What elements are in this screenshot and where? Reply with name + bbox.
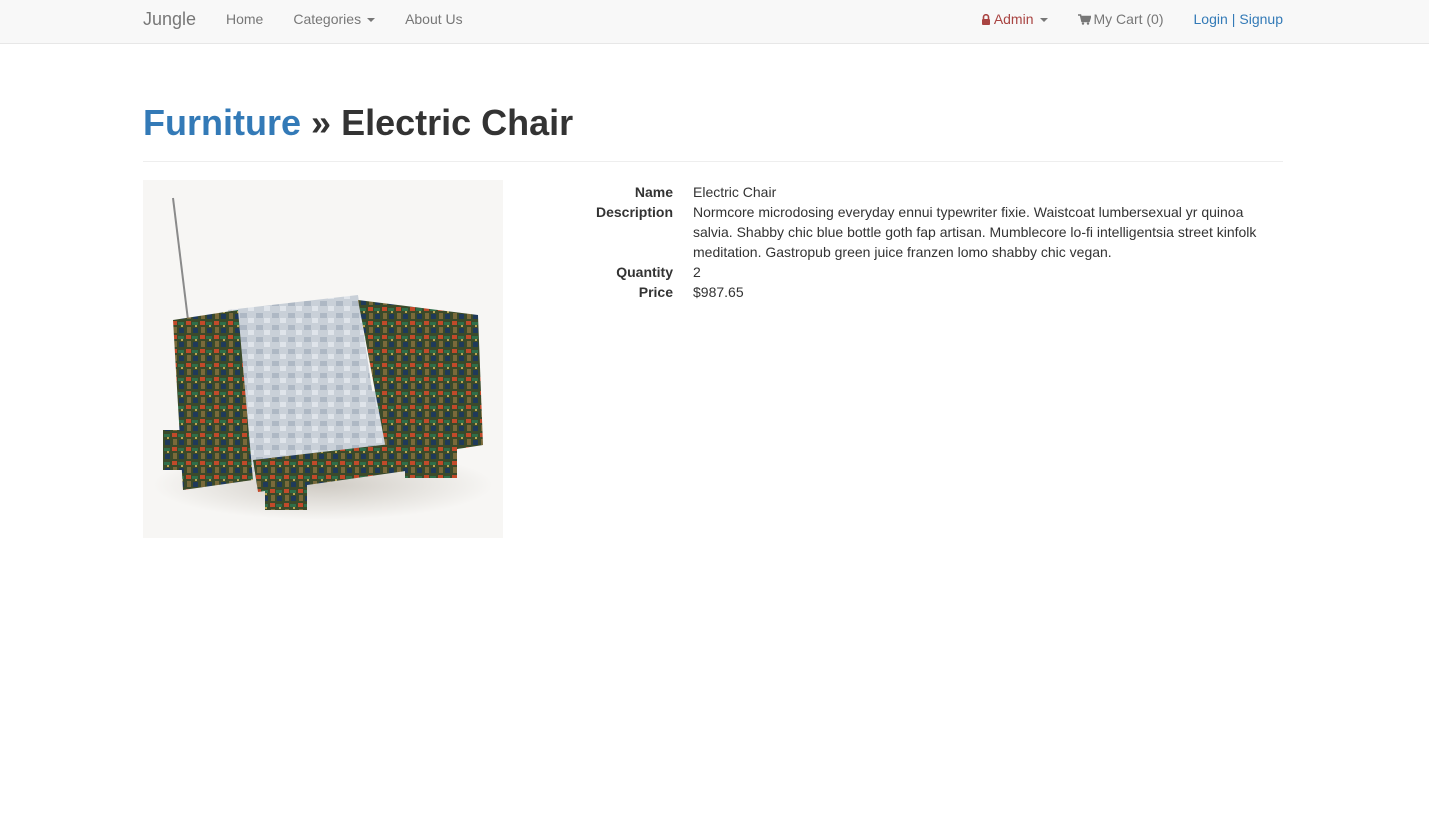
chevron-down-icon	[367, 18, 376, 23]
product-title: Electric Chair	[341, 102, 574, 143]
description-label: Description	[595, 204, 673, 220]
quantity-value: 2	[693, 264, 701, 280]
chevron-down-icon	[1039, 18, 1048, 23]
nav-home[interactable]: Home	[226, 11, 263, 27]
auth-separator: |	[1231, 11, 1236, 27]
nav-admin-dropdown[interactable]: Admin	[981, 11, 1048, 27]
nav-right: Admin My Cart (0) Login | Signup	[981, 11, 1283, 27]
name-value: Electric Chair	[693, 184, 777, 200]
detail-row-name: Name Electric Chair	[560, 182, 1283, 202]
page-title: Furniture » Electric Chair	[143, 100, 1283, 146]
nav-cart-label: My Cart (0)	[1093, 11, 1164, 27]
nav-categories-label: Categories	[293, 11, 362, 27]
product-details: Name Electric Chair Description Normcore…	[560, 182, 1283, 302]
price-value: $987.65	[693, 284, 744, 300]
nav-left: Home Categories About Us	[226, 11, 463, 27]
nav-about[interactable]: About Us	[405, 11, 463, 27]
shopping-cart-icon	[1077, 14, 1092, 25]
navbar-container: Jungle Home Categories About Us Admin My…	[143, 0, 1283, 43]
signup-link[interactable]: Signup	[1239, 11, 1283, 27]
detail-row-quantity: Quantity 2	[560, 262, 1283, 282]
category-link[interactable]: Furniture	[143, 102, 301, 143]
detail-row-price: Price $987.65	[560, 282, 1283, 302]
name-label: Name	[634, 184, 673, 200]
navbar: Jungle Home Categories About Us Admin My…	[0, 0, 1429, 44]
quantity-label: Quantity	[616, 264, 673, 280]
price-label: Price	[638, 284, 673, 300]
page-header: Furniture » Electric Chair	[143, 100, 1283, 162]
lock-icon	[981, 13, 990, 25]
product-image	[143, 180, 503, 538]
electric-chair-image	[153, 197, 493, 520]
login-link[interactable]: Login	[1194, 11, 1228, 27]
auth-links: Login | Signup	[1194, 11, 1284, 27]
brand-link[interactable]: Jungle	[143, 9, 196, 30]
nav-admin-label: Admin	[993, 11, 1034, 27]
detail-row-description: Description Normcore microdosing everyda…	[560, 202, 1283, 262]
breadcrumb-separator: »	[311, 102, 332, 143]
nav-categories-dropdown[interactable]: Categories	[293, 11, 376, 27]
nav-cart[interactable]: My Cart (0)	[1077, 11, 1164, 27]
description-value: Normcore microdosing everyday ennui type…	[693, 204, 1257, 260]
